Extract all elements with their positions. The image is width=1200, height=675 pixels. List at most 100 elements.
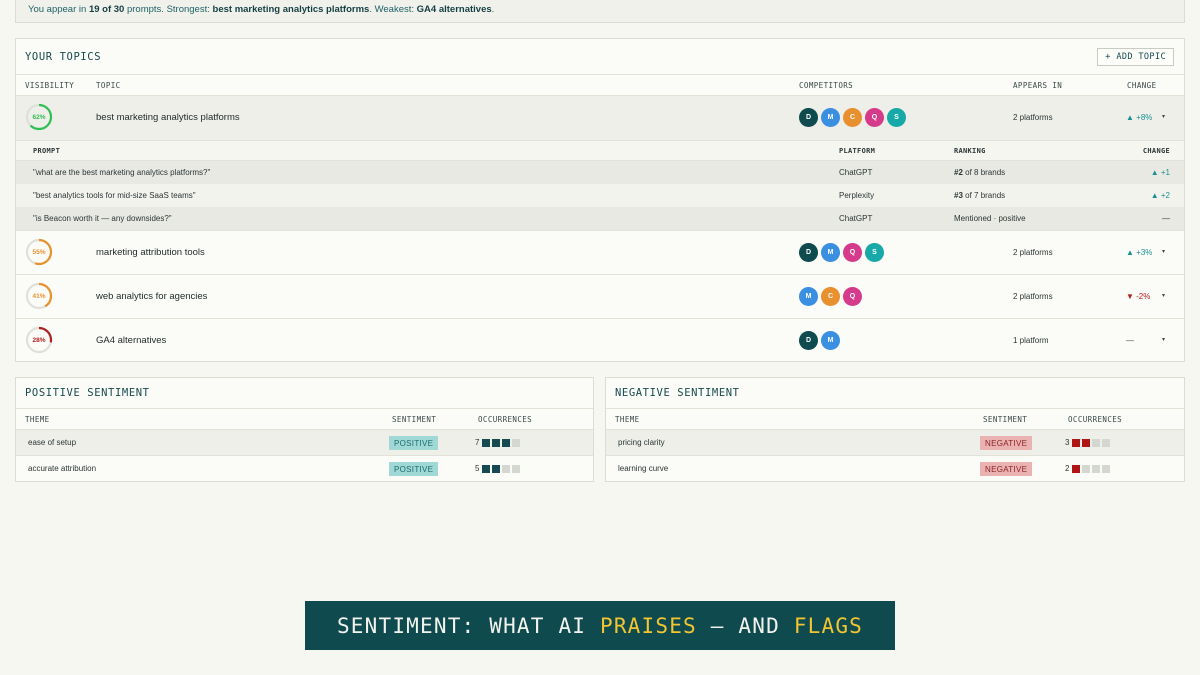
topics-column-header: VISIBILITY TOPIC COMPETITORS APPEARS IN … xyxy=(16,75,1184,96)
occurrence-square xyxy=(1072,464,1081,473)
col-topic[interactable]: TOPIC xyxy=(96,81,121,90)
sentiment-badge: NEGATIVE xyxy=(980,436,1033,450)
occurrence-square xyxy=(1082,438,1091,447)
prompt-change: ▲ +1 xyxy=(1150,168,1170,177)
theme-label: pricing clarity xyxy=(618,438,665,447)
col-competitors[interactable]: COMPETITORS xyxy=(799,81,853,90)
occurrence-square xyxy=(482,438,491,447)
banner-text: You appear in xyxy=(28,4,89,15)
competitor-avatars: D M xyxy=(799,331,843,350)
topic-name: GA4 alternatives xyxy=(96,335,167,346)
rank-detail: of 8 brands xyxy=(962,168,1006,177)
visibility-ring: 62% xyxy=(25,103,53,131)
sentiment-row[interactable]: learning curve NEGATIVE 2 xyxy=(606,456,1184,482)
occurrence-square xyxy=(1092,464,1101,473)
competitor-avatar-s[interactable]: S xyxy=(865,243,884,262)
competitor-avatars: D M C Q S xyxy=(799,108,909,127)
competitor-avatar-c[interactable]: C xyxy=(843,108,862,127)
occurrence-square xyxy=(502,464,511,473)
prompt-row[interactable]: "is Beacon worth it — any downsides?" Ch… xyxy=(16,207,1184,230)
competitor-avatar-s[interactable]: S xyxy=(887,108,906,127)
occurrence-square xyxy=(502,438,511,447)
rank-detail: Mentioned · positive xyxy=(954,214,1026,223)
prompt-text: "best analytics tools for mid-size SaaS … xyxy=(33,191,196,200)
col-change[interactable]: CHANGE xyxy=(1127,81,1157,90)
occurrence-square xyxy=(492,438,501,447)
positive-column-header: THEME SENTIMENT OCCURRENCES xyxy=(16,409,593,430)
competitor-avatar-m[interactable]: M xyxy=(821,108,840,127)
prompt-platform: ChatGPT xyxy=(839,214,873,223)
col-visibility[interactable]: VISIBILITY xyxy=(25,81,74,90)
col-sentiment: SENTIMENT xyxy=(392,415,437,424)
competitor-avatar-d[interactable]: D xyxy=(799,331,818,350)
sentiment-badge: POSITIVE xyxy=(389,436,439,450)
topics-card: YOUR TOPICS + ADD TOPIC VISIBILITY TOPIC… xyxy=(15,38,1185,362)
col-prompt: PROMPT xyxy=(33,147,61,155)
occurrence-square xyxy=(1082,464,1091,473)
occurrence-meter: 5 xyxy=(475,464,522,473)
visibility-ring: 55% xyxy=(25,238,53,266)
sentiment-badge: POSITIVE xyxy=(389,462,439,476)
theme-label: learning curve xyxy=(618,464,669,473)
occurrence-square xyxy=(512,438,521,447)
prompt-row[interactable]: "what are the best marketing analytics p… xyxy=(16,161,1184,184)
add-topic-button[interactable]: + ADD TOPIC xyxy=(1097,48,1174,66)
occurrence-square xyxy=(1102,438,1111,447)
prompt-ranking: #2 of 8 brands xyxy=(954,168,1005,177)
competitor-avatar-m[interactable]: M xyxy=(821,243,840,262)
visibility-percent: 28% xyxy=(32,336,46,344)
topic-row[interactable]: 28% GA4 alternatives D M 1 platform — ▾ xyxy=(16,319,1184,363)
negative-column-header: THEME SENTIMENT OCCURRENCES xyxy=(606,409,1184,430)
theme-label: accurate attribution xyxy=(28,464,97,473)
banner-count: 19 of 30 xyxy=(88,4,125,15)
visibility-ring: 41% xyxy=(25,282,53,310)
change-value: — xyxy=(1126,336,1134,345)
occurrence-square xyxy=(512,464,521,473)
col-appears-in[interactable]: APPEARS IN xyxy=(1013,81,1062,90)
col-ranking: RANKING xyxy=(954,147,986,155)
competitor-avatar-d[interactable]: D xyxy=(799,243,818,262)
expand-caret-icon[interactable]: ▾ xyxy=(1162,336,1165,343)
expand-caret-icon[interactable]: ▾ xyxy=(1162,248,1165,255)
competitor-avatar-q[interactable]: Q xyxy=(843,243,862,262)
col-occurrences: OCCURRENCES xyxy=(1068,415,1123,424)
sentiment-row[interactable]: ease of setup POSITIVE 7 xyxy=(16,430,593,456)
prompt-platform: ChatGPT xyxy=(839,168,873,177)
competitor-avatar-m[interactable]: M xyxy=(799,287,818,306)
positive-sentiment-card: POSITIVE SENTIMENT THEME SENTIMENT OCCUR… xyxy=(15,377,594,482)
expand-caret-icon[interactable]: ▾ xyxy=(1162,292,1165,299)
topics-title: YOUR TOPICS xyxy=(25,50,102,63)
col-theme: THEME xyxy=(615,415,640,424)
occurrence-count: 5 xyxy=(475,464,480,473)
appears-in: 2 platforms xyxy=(1013,113,1053,122)
sentiment-row[interactable]: accurate attribution POSITIVE 5 xyxy=(16,456,593,482)
occurrence-meter: 3 xyxy=(1065,438,1112,447)
competitor-avatar-q[interactable]: Q xyxy=(865,108,884,127)
occurrence-meter: 7 xyxy=(475,438,522,447)
col-platform: PLATFORM xyxy=(839,147,876,155)
topic-row[interactable]: 62% best marketing analytics platforms D… xyxy=(16,96,1184,141)
sentiment-badge: NEGATIVE xyxy=(980,462,1033,476)
sentiment-row[interactable]: pricing clarity NEGATIVE 3 xyxy=(606,430,1184,456)
occurrence-square xyxy=(1102,464,1111,473)
competitor-avatar-m[interactable]: M xyxy=(821,331,840,350)
prompt-ranking: #3 of 7 brands xyxy=(954,191,1005,200)
prompt-row[interactable]: "best analytics tools for mid-size SaaS … xyxy=(16,184,1184,207)
negative-sentiment-card: NEGATIVE SENTIMENT THEME SENTIMENT OCCUR… xyxy=(605,377,1185,482)
col-prompt-change: CHANGE xyxy=(1142,147,1170,155)
collapse-caret-icon[interactable]: ▾ xyxy=(1162,113,1165,120)
col-theme: THEME xyxy=(25,415,50,424)
negative-header: NEGATIVE SENTIMENT xyxy=(606,378,1184,409)
appears-in: 2 platforms xyxy=(1013,292,1053,301)
competitor-avatar-q[interactable]: Q xyxy=(843,287,862,306)
rank-position: #2 xyxy=(954,168,963,177)
competitor-avatar-c[interactable]: C xyxy=(821,287,840,306)
competitor-avatar-d[interactable]: D xyxy=(799,108,818,127)
occurrence-square xyxy=(1072,438,1081,447)
visibility-percent: 41% xyxy=(32,292,46,300)
occurrence-count: 2 xyxy=(1065,464,1070,473)
topic-row[interactable]: 41% web analytics for agencies M C Q 2 p… xyxy=(16,275,1184,319)
prompt-platform: Perplexity xyxy=(839,191,875,200)
topic-row[interactable]: 55% marketing attribution tools D M Q S … xyxy=(16,231,1184,275)
caption-text: — AND xyxy=(696,613,794,638)
